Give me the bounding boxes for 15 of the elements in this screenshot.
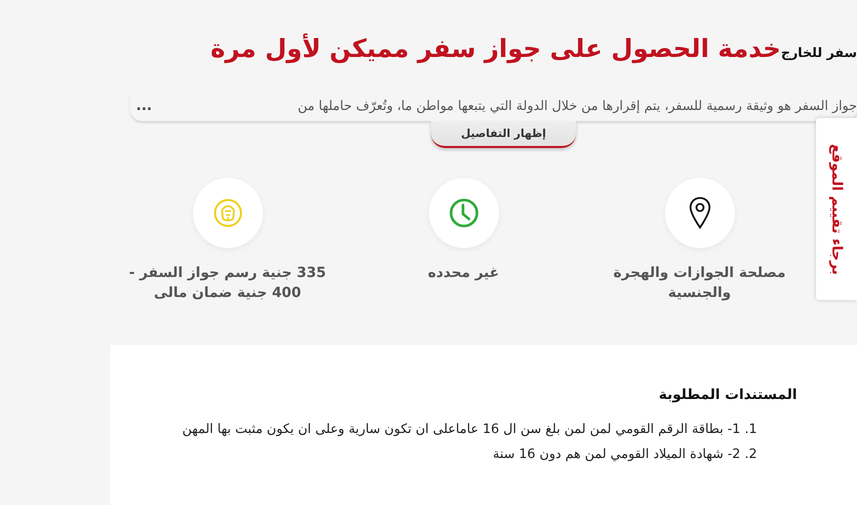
feedback-tab[interactable]: برجاء تقييم الموقع: [816, 118, 857, 300]
document-item: 2. 2- شهادة الميلاد القومي لمن هم دون 16 سنة: [492, 446, 758, 464]
section-heading: المستندات المطلوبة: [658, 387, 797, 404]
ellipsis-text: ...: [136, 98, 152, 114]
info-label: مصلحة الجوازات والهجرة والجنسية: [612, 264, 787, 303]
document-item: 1. 1- بطاقة الرقم القومي لمن لمن بلغ سن ال 16 عاماعلى ان تكون سارية وعلى ان يكون مثبت بها المهن: [181, 421, 758, 440]
coin-icon: [212, 198, 242, 228]
clock-icon: [448, 198, 478, 228]
info-label: 335 جنية رسم جواز السفر - 400 جنية ضمان مالى: [128, 264, 328, 303]
description-text: جواز السفر هو وثيقة رسمية للسفر، يتم إقرارها من خلال الدولة التي يتبعها مواطن ما، وتُعرّف حاملها من: [298, 98, 857, 114]
info-label: غير محدده: [426, 264, 500, 283]
location-pin-icon: [688, 197, 710, 229]
breadcrumb[interactable]: سفر للخارج: [780, 46, 857, 61]
page-title: خدمة الحصول على جواز سفر مميكن لأول مرة: [210, 34, 781, 63]
show-details-button[interactable]: إظهار التفاصيل: [430, 121, 576, 148]
